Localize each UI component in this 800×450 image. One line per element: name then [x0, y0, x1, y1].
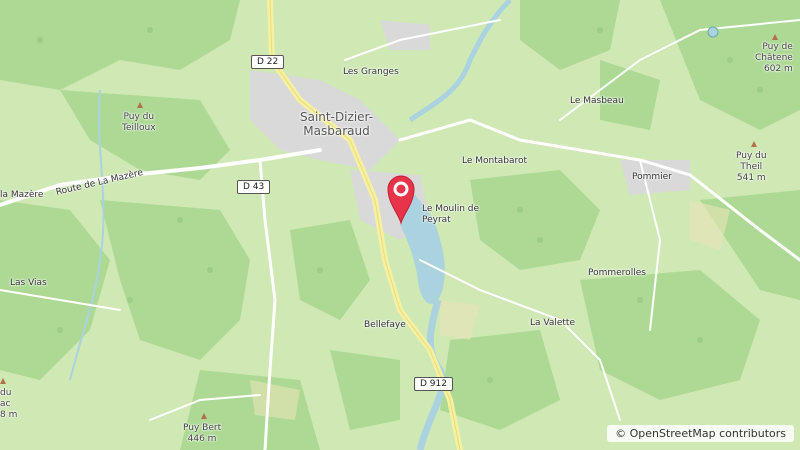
- road-shield-d912: D 912: [414, 377, 453, 391]
- label-le-masbeau[interactable]: Le Masbeau: [570, 96, 624, 107]
- bert-line-1: Puy Bert: [183, 423, 222, 433]
- peak-icon: [0, 378, 6, 384]
- label-les-granges[interactable]: Les Granges: [343, 67, 399, 78]
- location-pin-icon[interactable]: [386, 173, 416, 225]
- peak-icon: [772, 34, 778, 40]
- river-north: [408, 0, 512, 123]
- moulin-line-1: Le Moulin de: [422, 204, 480, 214]
- town-name-line-2: Masbaraud: [303, 124, 370, 138]
- label-la-mazere[interactable]: la Mazère: [0, 190, 43, 201]
- left-peak-line-1: du: [0, 388, 12, 398]
- left-peak-line-3: 8 m: [0, 410, 18, 420]
- label-puy-left-edge[interactable]: du ac 8 m: [0, 388, 17, 421]
- teilloux-line-1: Puy du: [123, 112, 155, 122]
- label-puy-du-teilloux[interactable]: Puy du Teilloux: [122, 112, 156, 134]
- chatenet-line-2: Châtene: [755, 53, 793, 63]
- label-puy-de-chatenet[interactable]: Puy de Châtene 602 m: [755, 42, 793, 75]
- label-bellefaye[interactable]: Bellefaye: [364, 320, 406, 331]
- map-attribution[interactable]: © OpenStreetMap contributors: [607, 425, 794, 442]
- teilloux-line-2: Teilloux: [122, 123, 156, 133]
- label-le-montabarot[interactable]: Le Montabarot: [462, 156, 527, 167]
- chatenet-line-3: 602 m: [764, 64, 793, 74]
- label-puy-bert[interactable]: Puy Bert 446 m: [183, 423, 221, 445]
- peak-icon: [201, 413, 207, 419]
- map-view[interactable]: Saint-Dizier- Masbaraud Les Granges Le M…: [0, 0, 800, 450]
- road-shield-d22: D 22: [251, 55, 285, 69]
- label-pommier[interactable]: Pommier: [632, 172, 672, 183]
- left-peak-line-2: ac: [0, 399, 11, 409]
- road-shield-d43: D 43: [237, 180, 271, 194]
- label-puy-du-theil[interactable]: Puy du Theil 541 m: [736, 151, 767, 184]
- peak-icon: [751, 141, 757, 147]
- label-las-vias[interactable]: Las Vias: [10, 278, 47, 289]
- label-town[interactable]: Saint-Dizier- Masbaraud: [300, 110, 373, 138]
- label-la-valette[interactable]: La Valette: [530, 318, 575, 329]
- town-name-line-1: Saint-Dizier-: [300, 110, 374, 124]
- theil-line-3: 541 m: [736, 173, 766, 183]
- small-pond: [707, 26, 719, 38]
- theil-line-1: Puy du: [736, 151, 767, 161]
- peak-icon: [137, 102, 143, 108]
- label-pommerolles[interactable]: Pommerolles: [588, 268, 646, 279]
- theil-line-2: Theil: [740, 162, 763, 172]
- map-base-layer: [0, 0, 800, 450]
- chatenet-line-1: Puy de: [762, 42, 793, 52]
- bert-line-2: 446 m: [187, 434, 217, 444]
- moulin-line-2: Peyrat: [422, 215, 451, 225]
- label-moulin-de-peyrat[interactable]: Le Moulin de Peyrat: [422, 204, 479, 226]
